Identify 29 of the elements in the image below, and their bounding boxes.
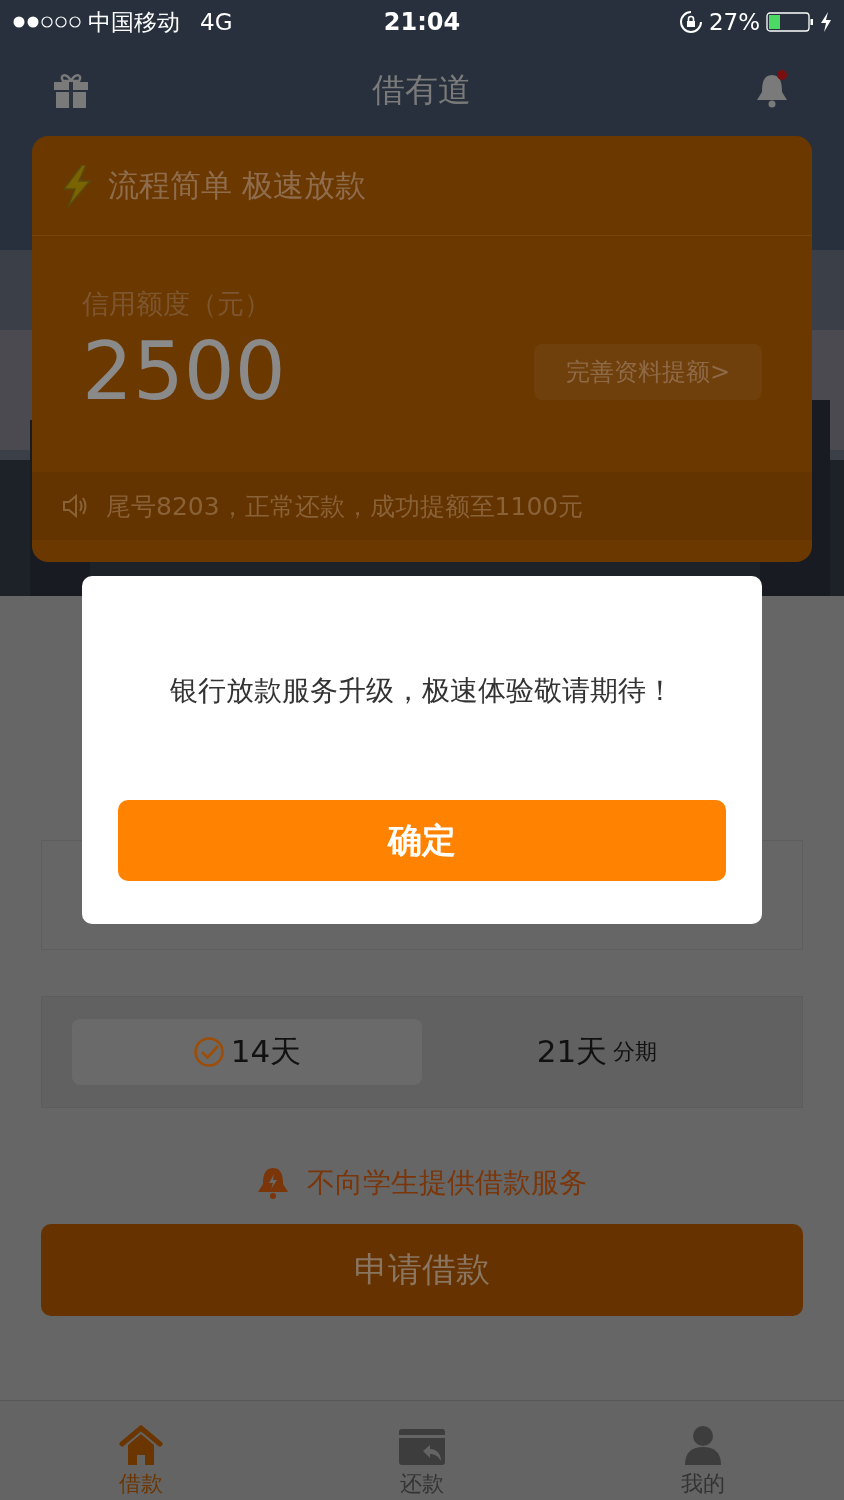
notice-text: 尾号8203，正常还款，成功提额至1100元 (106, 490, 584, 523)
student-notice: 不向学生提供借款服务 (307, 1165, 587, 1201)
battery-percent: 27% (708, 9, 760, 35)
alert-bell-icon (257, 1166, 289, 1200)
apply-loan-button[interactable]: 申请借款 (41, 1224, 803, 1316)
gift-icon[interactable] (54, 72, 88, 108)
person-icon (684, 1425, 723, 1465)
credit-amount: 2500 (82, 324, 286, 420)
speaker-icon (62, 494, 88, 518)
raise-limit-button[interactable]: 完善资料提额> (533, 344, 762, 400)
tab-item[interactable]: 借款 (0, 1401, 282, 1500)
period-option[interactable]: 21天 分期 (422, 1019, 772, 1085)
card-return-icon (399, 1429, 445, 1465)
battery-icon (766, 12, 814, 32)
check-icon (192, 1036, 225, 1068)
charging-icon (820, 12, 832, 32)
clock-time: 21:04 (383, 8, 461, 36)
notification-bell-icon[interactable] (754, 70, 790, 110)
card-headline: 流程简单 极速放款 (108, 165, 366, 205)
carrier-name: 中国移动 (88, 7, 180, 37)
confirm-button[interactable]: 确定 (118, 800, 726, 881)
signal-icon (12, 15, 82, 29)
lightning-icon (62, 164, 92, 207)
period-option[interactable]: 14天 (72, 1019, 422, 1085)
network-type: 4G (200, 9, 233, 35)
dialog-message: 银行放款服务升级，极速体验敬请期待！ (169, 673, 675, 709)
rotation-lock-icon (678, 10, 703, 34)
home-icon (118, 1425, 163, 1465)
app-title: 借有道 (371, 68, 471, 111)
